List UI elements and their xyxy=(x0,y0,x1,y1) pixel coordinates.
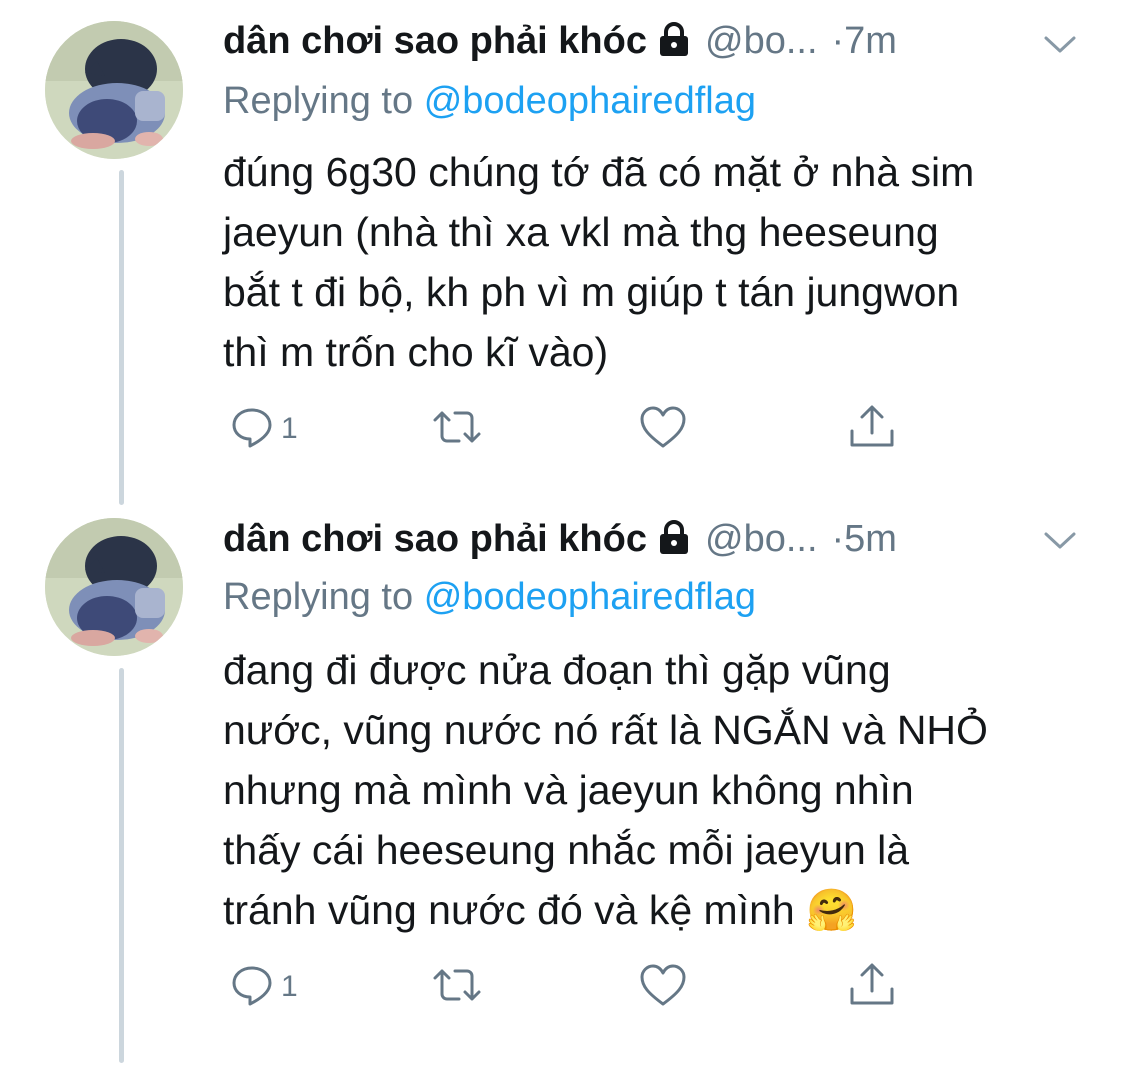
separator-dot: · xyxy=(831,20,845,62)
like-icon xyxy=(638,404,688,455)
tweet-actions: 1 xyxy=(223,962,923,1012)
lock-icon xyxy=(657,519,691,566)
tweet-actions: 1 xyxy=(223,404,923,454)
tweet-text-line: đang đi được nửa đoạn thì gặp vũng xyxy=(223,647,891,693)
replying-prefix: Replying to xyxy=(223,80,414,122)
tweet-text: đang đi được nửa đoạn thì gặp vũng nước,… xyxy=(223,640,1093,940)
chevron-down-icon[interactable] xyxy=(1040,30,1080,60)
lock-icon xyxy=(657,21,691,68)
share-icon xyxy=(847,961,897,1014)
tweet-text-line: nhưng mà mình và jaeyun không nhìn xyxy=(223,767,914,813)
tweet-header: dân chơi sao phải khóc @bo... ·5m xyxy=(223,516,897,566)
display-name[interactable]: dân chơi sao phải khóc xyxy=(223,20,647,62)
handle[interactable]: @bo... xyxy=(705,20,818,62)
tweet-header: dân chơi sao phải khóc @bo... ·7m xyxy=(223,18,897,68)
reply-button[interactable]: 1 xyxy=(229,404,298,454)
reply-icon xyxy=(229,404,275,455)
separator-dot: · xyxy=(831,518,845,560)
mention-link[interactable]: @bodeophairedflag xyxy=(424,576,756,618)
retweet-button[interactable] xyxy=(429,962,485,1012)
thread-line xyxy=(119,170,124,505)
timestamp[interactable]: 5m xyxy=(844,518,897,560)
display-name[interactable]: dân chơi sao phải khóc xyxy=(223,518,647,560)
share-icon xyxy=(847,403,897,456)
share-button[interactable] xyxy=(847,404,897,454)
tweet-text-line: thì m trốn cho kĩ vào) xyxy=(223,329,609,375)
thread-line xyxy=(119,668,124,1063)
avatar[interactable] xyxy=(45,518,183,656)
timestamp[interactable]: 7m xyxy=(844,20,897,62)
reply-button[interactable]: 1 xyxy=(229,962,298,1012)
share-button[interactable] xyxy=(847,962,897,1012)
tweet-text-line: tránh vũng nước đó và kệ mình 🤗 xyxy=(223,887,858,933)
like-button[interactable] xyxy=(638,404,688,454)
reply-count: 1 xyxy=(281,970,298,1003)
mention-link[interactable]: @bodeophairedflag xyxy=(424,80,756,122)
tweet-text-line: thấy cái heeseung nhắc mỗi jaeyun là xyxy=(223,827,910,873)
handle[interactable]: @bo... xyxy=(705,518,818,560)
like-icon xyxy=(638,962,688,1013)
tweet-text-line: jaeyun (nhà thì xa vkl mà thg heeseung xyxy=(223,209,939,255)
like-button[interactable] xyxy=(638,962,688,1012)
avatar[interactable] xyxy=(45,21,183,159)
replying-to: Replying to @bodeophairedflag xyxy=(223,78,756,124)
retweet-button[interactable] xyxy=(429,404,485,454)
retweet-icon xyxy=(429,404,485,455)
chevron-down-icon[interactable] xyxy=(1040,526,1080,556)
retweet-icon xyxy=(429,962,485,1013)
reply-icon xyxy=(229,962,275,1013)
tweet-text-line: đúng 6g30 chúng tớ đã có mặt ở nhà sim xyxy=(223,149,975,195)
replying-prefix: Replying to xyxy=(223,576,414,618)
reply-count: 1 xyxy=(281,412,298,445)
tweet-text-line: bắt t đi bộ, kh ph vì m giúp t tán jungw… xyxy=(223,269,960,315)
tweet-text-line: nước, vũng nước nó rất là NGẮN và NHỎ xyxy=(223,707,988,753)
replying-to: Replying to @bodeophairedflag xyxy=(223,574,756,620)
tweet-text: đúng 6g30 chúng tớ đã có mặt ở nhà sim j… xyxy=(223,142,1093,382)
